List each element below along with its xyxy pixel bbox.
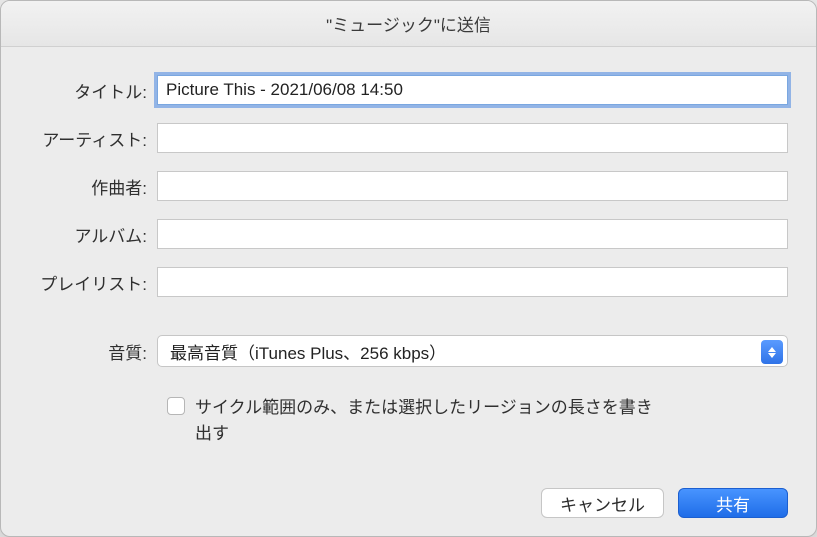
row-title: タイトル: — [29, 75, 788, 105]
cancel-button[interactable]: キャンセル — [541, 488, 664, 518]
updown-arrows-icon — [761, 340, 783, 364]
row-playlist: プレイリスト: — [29, 267, 788, 297]
row-composer: 作曲者: — [29, 171, 788, 201]
playlist-input[interactable] — [157, 267, 788, 297]
cycle-range-label: サイクル範囲のみ、または選択したリージョンの長さを書き出す — [195, 395, 655, 446]
cycle-range-checkbox[interactable] — [167, 397, 185, 415]
dialog-titlebar: "ミュージック"に送信 — [1, 1, 816, 47]
share-button[interactable]: 共有 — [678, 488, 788, 518]
cancel-button-label: キャンセル — [560, 491, 645, 516]
share-button-label: 共有 — [716, 491, 750, 516]
artist-label: アーティスト: — [29, 126, 157, 151]
row-cycle-checkbox: サイクル範囲のみ、または選択したリージョンの長さを書き出す — [167, 395, 788, 446]
quality-select-value: 最高音質（iTunes Plus、256 kbps） — [170, 339, 446, 364]
dialog-title: "ミュージック"に送信 — [326, 11, 491, 36]
row-artist: アーティスト: — [29, 123, 788, 153]
composer-label: 作曲者: — [29, 174, 157, 199]
quality-select[interactable]: 最高音質（iTunes Plus、256 kbps） — [157, 335, 788, 367]
composer-input[interactable] — [157, 171, 788, 201]
row-quality: 音質: 最高音質（iTunes Plus、256 kbps） — [29, 335, 788, 367]
title-label: タイトル: — [29, 78, 157, 103]
album-label: アルバム: — [29, 222, 157, 247]
send-to-music-dialog: "ミュージック"に送信 タイトル: アーティスト: 作曲者: アルバム: — [0, 0, 817, 537]
row-album: アルバム: — [29, 219, 788, 249]
playlist-label: プレイリスト: — [29, 270, 157, 295]
quality-label: 音質: — [29, 339, 157, 364]
artist-input[interactable] — [157, 123, 788, 153]
title-input[interactable] — [157, 75, 788, 105]
button-row: キャンセル 共有 — [29, 468, 788, 518]
album-input[interactable] — [157, 219, 788, 249]
dialog-content: タイトル: アーティスト: 作曲者: アルバム: プレイリスト: — [1, 47, 816, 536]
